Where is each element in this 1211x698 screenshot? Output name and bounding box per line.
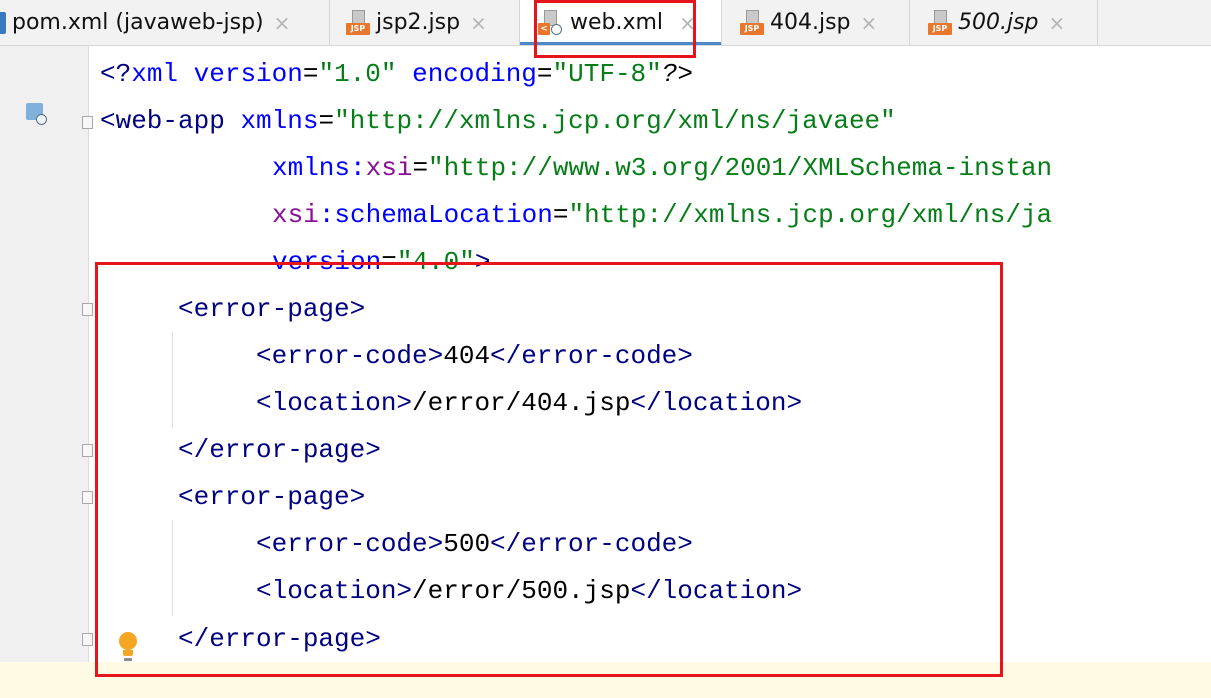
tab-label: jsp2.jsp — [376, 10, 461, 35]
code-line-9[interactable]: </error-page> — [178, 435, 381, 465]
close-icon[interactable]: × — [1049, 11, 1066, 35]
code-highlight-box — [95, 262, 1003, 677]
web-descriptor-icon[interactable] — [26, 103, 48, 127]
tab-pom-xml[interactable]: pom.xml (javaweb-jsp) × — [0, 0, 330, 45]
jsp-file-icon: JSP — [928, 9, 952, 36]
editor-tab-bar: pom.xml (javaweb-jsp) × JSP jsp2.jsp × <… — [0, 0, 1211, 46]
xml-web-file-icon: < — [538, 9, 564, 36]
tab-web-xml[interactable]: < web.xml × — [520, 0, 722, 45]
jsp-file-icon: JSP — [346, 9, 370, 36]
fold-marker-icon[interactable] — [82, 633, 93, 646]
tab-label: 404.jsp — [770, 10, 851, 35]
current-line-highlight — [0, 662, 1211, 698]
code-line-8[interactable]: <location>/error/404.jsp</location> — [256, 388, 802, 418]
gutter-separator — [88, 46, 89, 698]
fold-marker-icon[interactable] — [82, 491, 93, 504]
close-icon[interactable]: × — [470, 11, 487, 35]
fold-marker-icon[interactable] — [82, 444, 93, 457]
tab-404-jsp[interactable]: JSP 404.jsp × — [722, 0, 910, 45]
indent-guide — [172, 332, 173, 428]
close-icon[interactable]: × — [274, 11, 291, 35]
tab-jsp2-jsp[interactable]: JSP jsp2.jsp × — [330, 0, 520, 45]
code-line-7[interactable]: <error-code>404</error-code> — [256, 341, 693, 371]
fold-marker-icon[interactable] — [82, 116, 93, 129]
code-line-11[interactable]: <error-code>500</error-code> — [256, 529, 693, 559]
tab-label: pom.xml (javaweb-jsp) — [12, 10, 264, 35]
code-line-10[interactable]: <error-page> — [178, 482, 365, 512]
code-line-6[interactable]: <error-page> — [178, 294, 365, 324]
code-line-5[interactable]: version="4.0"> — [272, 247, 490, 277]
fold-marker-icon[interactable] — [82, 303, 93, 316]
code-line-2[interactable]: <web-app xmlns="http://xmlns.jcp.org/xml… — [100, 106, 896, 136]
maven-icon — [0, 11, 6, 34]
code-line-13[interactable]: </error-page> — [178, 624, 381, 654]
code-line-4[interactable]: xsi:schemaLocation="http://xmlns.jcp.org… — [272, 200, 1052, 230]
close-icon[interactable]: × — [861, 11, 878, 35]
code-line-3[interactable]: xmlns:xsi="http://www.w3.org/2001/XMLSch… — [272, 153, 1052, 183]
jsp-file-icon: JSP — [740, 9, 764, 36]
code-line-12[interactable]: <location>/error/500.jsp</location> — [256, 576, 802, 606]
lightbulb-icon[interactable] — [118, 632, 138, 664]
line-gutter[interactable] — [0, 46, 88, 698]
tab-label: 500.jsp — [958, 10, 1039, 35]
code-line-1[interactable]: <?xml version="1.0" encoding="UTF-8"?> — [100, 59, 693, 89]
close-icon[interactable]: × — [679, 11, 696, 35]
tab-label: web.xml — [570, 10, 664, 35]
indent-guide — [172, 520, 173, 616]
tab-500-jsp[interactable]: JSP 500.jsp × — [910, 0, 1098, 45]
